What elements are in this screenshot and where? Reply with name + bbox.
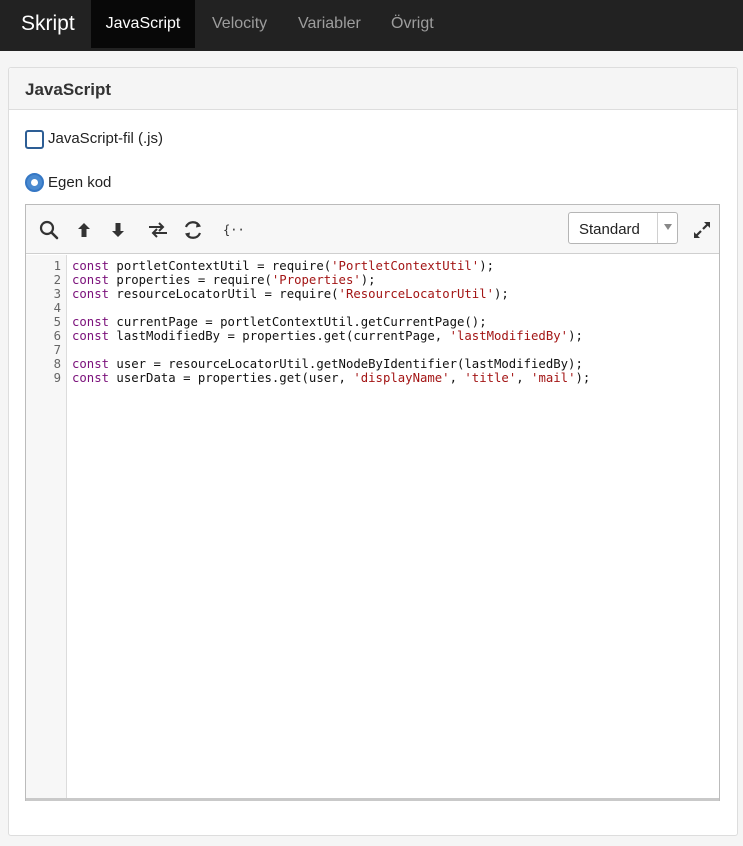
code-line[interactable]: const currentPage = portletContextUtil.g… [72,315,590,329]
svg-text:{···}: {···} [223,223,244,237]
code-keyword: const [72,315,110,329]
code-line[interactable]: const user = resourceLocatorUtil.getNode… [72,357,590,371]
code-keyword: const [72,259,110,273]
code-line[interactable]: const lastModifiedBy = properties.get(cu… [72,329,590,343]
code-line[interactable]: const userData = properties.get(user, 'd… [72,371,590,385]
line-number: 9 [53,371,61,385]
tab-javascript[interactable]: JavaScript [91,0,195,48]
javascript-panel: JavaScript JavaScript-fil (.js) Egen kod [8,67,738,836]
arrow-up-icon[interactable] [73,219,95,241]
line-number: 5 [53,315,61,329]
code-keyword: const [72,329,110,343]
js-file-label[interactable]: JavaScript-fil (.js) [48,130,163,147]
code-keyword: const [72,287,110,301]
code-string: 'lastModifiedBy' [449,329,569,343]
code-string: 'Properties' [271,273,361,287]
line-number: 1 [53,259,61,273]
code-keyword: const [72,273,110,287]
code-line[interactable] [72,301,590,315]
code-string: 'ResourceLocatorUtil' [338,287,495,301]
top-navbar: Skript JavaScript Velocity Variabler Övr… [0,0,743,51]
code-string: 'PortletContextUtil' [331,259,480,273]
line-number: 7 [53,343,61,357]
code-text: , [516,371,532,385]
code-text: ); [568,329,583,343]
chevron-down-icon [664,224,672,230]
custom-code-radio[interactable] [25,173,44,192]
code-text: portletContextUtil = require( [109,259,332,273]
tab-variabler[interactable]: Variabler [298,0,361,48]
code-line[interactable]: const properties = require('Properties')… [72,273,590,287]
code-content[interactable]: const portletContextUtil = require('Port… [72,259,590,385]
code-text: resourceLocatorUtil = require( [109,287,339,301]
line-number: 3 [53,287,61,301]
code-string: 'title' [464,371,517,385]
theme-select[interactable]: Standard [568,212,678,244]
line-number-gutter: 123456789 [26,255,67,799]
panel-title: JavaScript [25,80,111,99]
line-number: 2 [53,273,61,287]
line-number: 4 [53,301,61,315]
code-string: 'displayName' [353,371,450,385]
code-text: properties = require( [109,273,272,287]
code-line[interactable]: const portletContextUtil = require('Port… [72,259,590,273]
code-line[interactable] [72,343,590,357]
code-area[interactable]: 123456789 const portletContextUtil = req… [26,255,719,799]
refresh-icon[interactable] [182,219,204,241]
search-icon[interactable] [38,219,60,241]
code-text: ); [479,259,495,273]
line-number: 6 [53,329,61,343]
tab-velocity[interactable]: Velocity [212,0,267,48]
code-text: , [449,371,465,385]
line-number: 8 [53,357,61,371]
custom-code-label[interactable]: Egen kod [48,174,111,191]
code-text: userData = properties.get(user, [109,371,354,385]
editor-toolbar: {···} Standard [26,205,719,254]
editor-bottom-border [26,798,719,801]
replace-icon[interactable] [147,219,169,241]
code-text: user = resourceLocatorUtil.getNodeByIden… [109,357,583,371]
select-divider [657,213,658,243]
js-file-checkbox[interactable] [25,130,44,149]
code-string: 'mail' [531,371,576,385]
code-text: currentPage = portletContextUtil.getCurr… [109,315,487,329]
code-text: lastModifiedBy = properties.get(currentP… [109,329,450,343]
code-text: ); [494,287,509,301]
code-keyword: const [72,357,110,371]
format-code-icon[interactable]: {···} [222,219,244,241]
code-keyword: const [72,371,110,385]
brand-title[interactable]: Skript [21,11,75,37]
code-editor: {···} Standard 123456789 const portletCo… [25,204,720,801]
code-text: ); [360,273,376,287]
theme-select-value: Standard [579,221,640,238]
tab-ovrigt[interactable]: Övrigt [391,0,434,48]
code-line[interactable]: const resourceLocatorUtil = require('Res… [72,287,590,301]
arrow-down-icon[interactable] [107,219,129,241]
code-text: ); [575,371,591,385]
panel-heading: JavaScript [9,68,737,110]
fullscreen-icon[interactable] [691,219,713,241]
